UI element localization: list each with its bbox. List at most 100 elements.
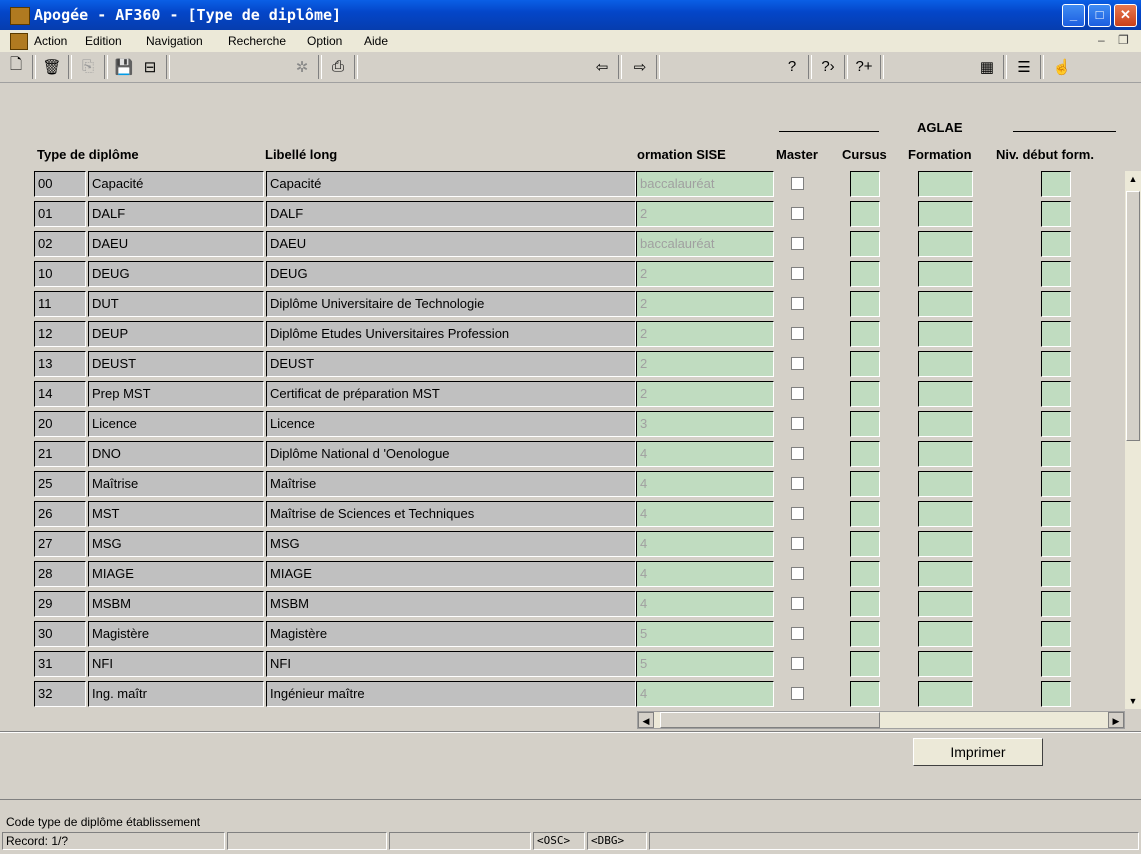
libelle-field[interactable]: DEUG: [88, 261, 264, 287]
libelle-field[interactable]: DEUST: [88, 351, 264, 377]
libelle-long-field[interactable]: Maîtrise de Sciences et Techniques: [266, 501, 636, 527]
master-checkbox[interactable]: [791, 627, 804, 640]
niv-debut-field[interactable]: [1041, 621, 1071, 647]
scroll-left-icon[interactable]: ◀: [638, 712, 654, 728]
formation-field[interactable]: [918, 231, 973, 257]
sise-field[interactable]: 2: [636, 351, 774, 377]
libelle-field[interactable]: Licence: [88, 411, 264, 437]
sise-field[interactable]: 4: [636, 681, 774, 707]
master-checkbox[interactable]: [791, 237, 804, 250]
sise-field[interactable]: 4: [636, 471, 774, 497]
sise-field[interactable]: 3: [636, 411, 774, 437]
save-icon[interactable]: 💾: [112, 55, 136, 78]
libelle-field[interactable]: MST: [88, 501, 264, 527]
formation-field[interactable]: [918, 171, 973, 197]
print-icon[interactable]: ⎙: [326, 55, 350, 78]
menu-edition[interactable]: Edition: [85, 34, 122, 48]
mdi-restore-icon[interactable]: ❐: [1118, 33, 1129, 47]
menu-option[interactable]: Option: [307, 34, 342, 48]
libelle-long-field[interactable]: DEUG: [266, 261, 636, 287]
type-code-field[interactable]: 28: [34, 561, 86, 587]
type-code-field[interactable]: 20: [34, 411, 86, 437]
hand-icon[interactable]: ☝: [1050, 55, 1074, 78]
cursus-field[interactable]: [850, 291, 880, 317]
formation-field[interactable]: [918, 201, 973, 227]
sise-field[interactable]: 2: [636, 291, 774, 317]
delete-icon[interactable]: 🗑: [40, 55, 64, 78]
sise-field[interactable]: baccalauréat: [636, 171, 774, 197]
horizontal-scroll-thumb[interactable]: [660, 712, 880, 728]
clear-form-icon[interactable]: ⊟: [138, 55, 162, 78]
cursus-field[interactable]: [850, 351, 880, 377]
type-code-field[interactable]: 00: [34, 171, 86, 197]
scroll-up-icon[interactable]: ▲: [1125, 171, 1141, 187]
libelle-long-field[interactable]: Diplôme National d 'Oenologue: [266, 441, 636, 467]
type-code-field[interactable]: 32: [34, 681, 86, 707]
master-checkbox[interactable]: [791, 357, 804, 370]
master-checkbox[interactable]: [791, 267, 804, 280]
formation-field[interactable]: [918, 351, 973, 377]
calculator-icon[interactable]: ▦: [975, 55, 999, 78]
niv-debut-field[interactable]: [1041, 441, 1071, 467]
niv-debut-field[interactable]: [1041, 471, 1071, 497]
master-checkbox[interactable]: [791, 537, 804, 550]
type-code-field[interactable]: 14: [34, 381, 86, 407]
minimize-button[interactable]: _: [1062, 4, 1085, 27]
libelle-long-field[interactable]: NFI: [266, 651, 636, 677]
libelle-long-field[interactable]: Diplôme Etudes Universitaires Profession: [266, 321, 636, 347]
cursus-field[interactable]: [850, 531, 880, 557]
cursus-field[interactable]: [850, 171, 880, 197]
sise-field[interactable]: 4: [636, 501, 774, 527]
niv-debut-field[interactable]: [1041, 411, 1071, 437]
niv-debut-field[interactable]: [1041, 651, 1071, 677]
libelle-long-field[interactable]: Certificat de préparation MST: [266, 381, 636, 407]
sise-field[interactable]: baccalauréat: [636, 231, 774, 257]
niv-debut-field[interactable]: [1041, 201, 1071, 227]
niv-debut-field[interactable]: [1041, 231, 1071, 257]
help-icon[interactable]: ?: [780, 55, 804, 78]
type-code-field[interactable]: 25: [34, 471, 86, 497]
cursus-field[interactable]: [850, 261, 880, 287]
master-checkbox[interactable]: [791, 507, 804, 520]
libelle-long-field[interactable]: DEUST: [266, 351, 636, 377]
copy-icon[interactable]: ⎘: [76, 55, 100, 78]
type-code-field[interactable]: 11: [34, 291, 86, 317]
cursus-field[interactable]: [850, 411, 880, 437]
formation-field[interactable]: [918, 531, 973, 557]
cursus-field[interactable]: [850, 501, 880, 527]
libelle-field[interactable]: MSBM: [88, 591, 264, 617]
sise-field[interactable]: 4: [636, 441, 774, 467]
libelle-long-field[interactable]: Licence: [266, 411, 636, 437]
help-next-icon[interactable]: ?›: [816, 55, 840, 78]
formation-field[interactable]: [918, 591, 973, 617]
new-record-icon[interactable]: 🗋: [4, 55, 28, 78]
libelle-long-field[interactable]: MSG: [266, 531, 636, 557]
vertical-scroll-thumb[interactable]: [1126, 191, 1140, 441]
document-icon[interactable]: [10, 33, 28, 50]
libelle-long-field[interactable]: MIAGE: [266, 561, 636, 587]
niv-debut-field[interactable]: [1041, 681, 1071, 707]
libelle-long-field[interactable]: Capacité: [266, 171, 636, 197]
formation-field[interactable]: [918, 291, 973, 317]
master-checkbox[interactable]: [791, 447, 804, 460]
cursus-field[interactable]: [850, 381, 880, 407]
sise-field[interactable]: 2: [636, 381, 774, 407]
next-arrow-icon[interactable]: ⇨: [628, 55, 652, 78]
libelle-field[interactable]: Magistère: [88, 621, 264, 647]
cursus-field[interactable]: [850, 621, 880, 647]
libelle-field[interactable]: Ing. maîtr: [88, 681, 264, 707]
menu-recherche[interactable]: Recherche: [228, 34, 286, 48]
niv-debut-field[interactable]: [1041, 261, 1071, 287]
libelle-field[interactable]: DALF: [88, 201, 264, 227]
cursus-field[interactable]: [850, 321, 880, 347]
type-code-field[interactable]: 10: [34, 261, 86, 287]
libelle-field[interactable]: MSG: [88, 531, 264, 557]
mdi-minimize-icon[interactable]: –: [1098, 33, 1105, 47]
niv-debut-field[interactable]: [1041, 561, 1071, 587]
formation-field[interactable]: [918, 411, 973, 437]
master-checkbox[interactable]: [791, 417, 804, 430]
sise-field[interactable]: 4: [636, 591, 774, 617]
master-checkbox[interactable]: [791, 327, 804, 340]
sise-field[interactable]: 5: [636, 621, 774, 647]
libelle-long-field[interactable]: Magistère: [266, 621, 636, 647]
